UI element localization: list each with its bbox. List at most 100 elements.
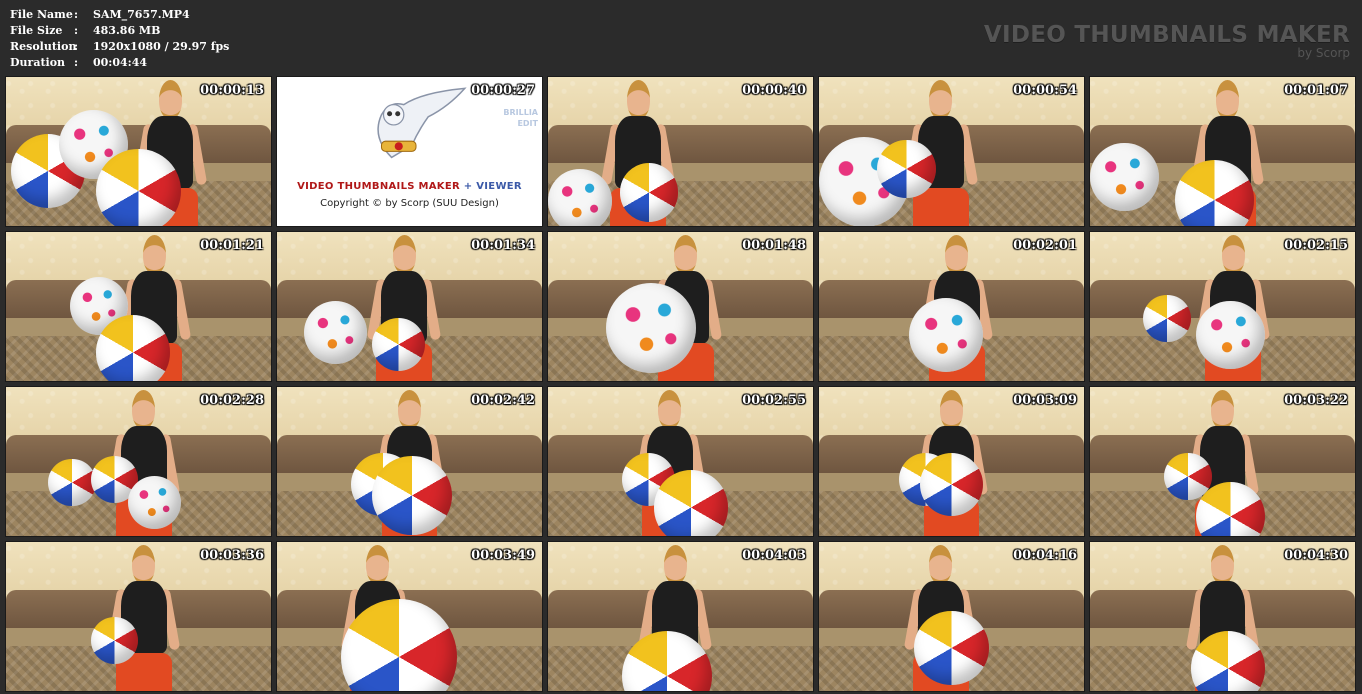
scene-person-head	[392, 234, 416, 275]
brand-title: VIDEO THUMBNAILS MAKER	[983, 22, 1350, 48]
scene-person-head	[1221, 234, 1245, 275]
thumbnail-timestamp: 00:03:09	[1013, 393, 1077, 408]
logo-name-join: +	[460, 181, 477, 193]
beach-ball	[372, 455, 452, 536]
scene-person-head	[1211, 544, 1234, 585]
thumbnail-timestamp: 00:00:13	[200, 83, 264, 98]
thumbnail[interactable]: BRILLIA EDIT VIDEO THUMBNAILS MAKER + VIEW…	[277, 77, 542, 226]
beach-ball	[96, 148, 181, 226]
beach-ball	[606, 282, 697, 373]
beach-ball	[877, 139, 936, 198]
thumbnail-timestamp: 00:01:48	[742, 238, 806, 253]
brand-subtitle: by Scorp	[1297, 46, 1350, 60]
thumbnail-timestamp: 00:00:40	[742, 83, 806, 98]
beach-ball	[914, 610, 989, 685]
logo-name-part: VIEWER	[476, 181, 522, 193]
thumbnail[interactable]: 00:01:34	[277, 232, 542, 381]
thumbnail[interactable]: 00:04:16	[819, 542, 1084, 691]
thumbnail[interactable]: 00:02:55	[548, 387, 813, 536]
thumbnail-timestamp: 00:03:49	[471, 548, 535, 563]
thumbnail-timestamp: 00:01:34	[471, 238, 535, 253]
scene-person-head	[674, 234, 698, 275]
beach-ball	[1090, 142, 1159, 212]
info-row-file-size: File Size : 483.86 MB	[10, 23, 229, 39]
thumbnail[interactable]: 00:03:36	[6, 542, 271, 691]
scene-person-head	[366, 544, 390, 585]
beach-ball	[303, 300, 368, 365]
beach-ball	[919, 452, 984, 517]
scene-person-head	[132, 389, 156, 430]
logo-name-part: VIDEO THUMBNAILS MAKER	[297, 181, 460, 193]
info-row-resolution: Resolution : 1920x1080 / 29.97 fps	[10, 39, 229, 55]
beach-ball	[96, 315, 171, 381]
info-label: Duration	[10, 56, 66, 69]
logo-product-name: VIDEO THUMBNAILS MAKER + VIEWER	[277, 181, 542, 192]
scene-person-head	[626, 79, 650, 120]
scene-person-head	[158, 79, 182, 120]
thumbnail-timestamp: 00:04:30	[1284, 548, 1348, 563]
thumbnail-timestamp: 00:04:03	[742, 548, 806, 563]
thumbnail[interactable]: 00:02:01	[819, 232, 1084, 381]
thumbnail-timestamp: 00:01:07	[1284, 83, 1348, 98]
thumbnail[interactable]: 00:01:07	[1090, 77, 1355, 226]
scene-person-head	[929, 79, 953, 120]
thumbnail[interactable]: 00:04:30	[1090, 542, 1355, 691]
thumbnail[interactable]: 00:00:40	[548, 77, 813, 226]
info-label: File Size	[10, 24, 63, 37]
beach-ball	[909, 297, 984, 372]
thumbnail-timestamp: 00:02:01	[1013, 238, 1077, 253]
brand-watermark: VIDEO THUMBNAILS MAKER by Scorp	[984, 22, 1350, 60]
scene-person-head	[398, 389, 421, 430]
beach-ball	[548, 169, 612, 226]
scene-person-head	[1216, 79, 1240, 120]
info-separator: :	[74, 24, 79, 37]
logo-side-line: BRILLIA	[503, 107, 538, 117]
info-value: 1920x1080 / 29.97 fps	[93, 40, 230, 53]
thumbnail-timestamp: 00:02:15	[1284, 238, 1348, 253]
thumbnail[interactable]: 00:02:15	[1090, 232, 1355, 381]
info-value: 00:04:44	[93, 56, 148, 69]
beach-ball	[48, 458, 97, 507]
info-value: SAM_7657.MP4	[93, 8, 190, 21]
scene-person-head	[658, 389, 682, 430]
thumbnail-timestamp: 00:03:36	[200, 548, 264, 563]
thumbnail[interactable]: 00:02:42	[277, 387, 542, 536]
scene-person-head	[945, 234, 969, 275]
thumbnail-timestamp: 00:02:28	[200, 393, 264, 408]
info-separator: :	[74, 40, 79, 53]
logo-side-text: BRILLIA EDIT	[503, 107, 538, 129]
thumbnail[interactable]: 00:01:48	[548, 232, 813, 381]
thumbnail[interactable]: 00:03:22	[1090, 387, 1355, 536]
thumbnail[interactable]: 00:03:09	[819, 387, 1084, 536]
info-row-file-name: File Name : SAM_7657.MP4	[10, 7, 229, 23]
info-label: File Name	[10, 8, 73, 21]
scene-person-head	[1211, 389, 1234, 430]
thumbnail-timestamp: 00:04:16	[1013, 548, 1077, 563]
scene-sofa-back	[548, 124, 813, 164]
thumbnail-grid: 00:00:13 BRILLIA EDIT VIDEO THUMBNAILS MAKE…	[6, 77, 1355, 691]
thumbnail[interactable]: 00:04:03	[548, 542, 813, 691]
beach-ball	[1196, 300, 1265, 370]
info-row-duration: Duration : 00:04:44	[10, 55, 229, 71]
thumbnail-timestamp: 00:02:42	[471, 393, 535, 408]
thumbnail-timestamp: 00:03:22	[1284, 393, 1348, 408]
logo-copyright: Copyright © by Scorp (SUU Design)	[320, 197, 499, 209]
scene-person-head	[142, 234, 166, 275]
beach-ball	[654, 470, 729, 536]
beach-ball	[1143, 294, 1191, 343]
beach-ball	[127, 476, 181, 530]
scene-person-head	[132, 544, 156, 585]
info-value: 483.86 MB	[93, 24, 161, 37]
info-separator: :	[74, 8, 79, 21]
scene-person-head	[940, 389, 963, 430]
scene-person-head	[663, 544, 687, 585]
thumbnail-timestamp: 00:00:27	[471, 83, 535, 98]
thumbnail[interactable]: 00:00:54	[819, 77, 1084, 226]
file-info-panel: File Name : SAM_7657.MP4 File Size : 483…	[10, 7, 229, 71]
thumbnail[interactable]: 00:00:13	[6, 77, 271, 226]
logo-side-line: EDIT	[517, 118, 538, 128]
thumbnail[interactable]: 00:01:21	[6, 232, 271, 381]
thumbnail[interactable]: 00:03:49	[277, 542, 542, 691]
thumbnail[interactable]: 00:02:28	[6, 387, 271, 536]
thumbnail-timestamp: 00:02:55	[742, 393, 806, 408]
